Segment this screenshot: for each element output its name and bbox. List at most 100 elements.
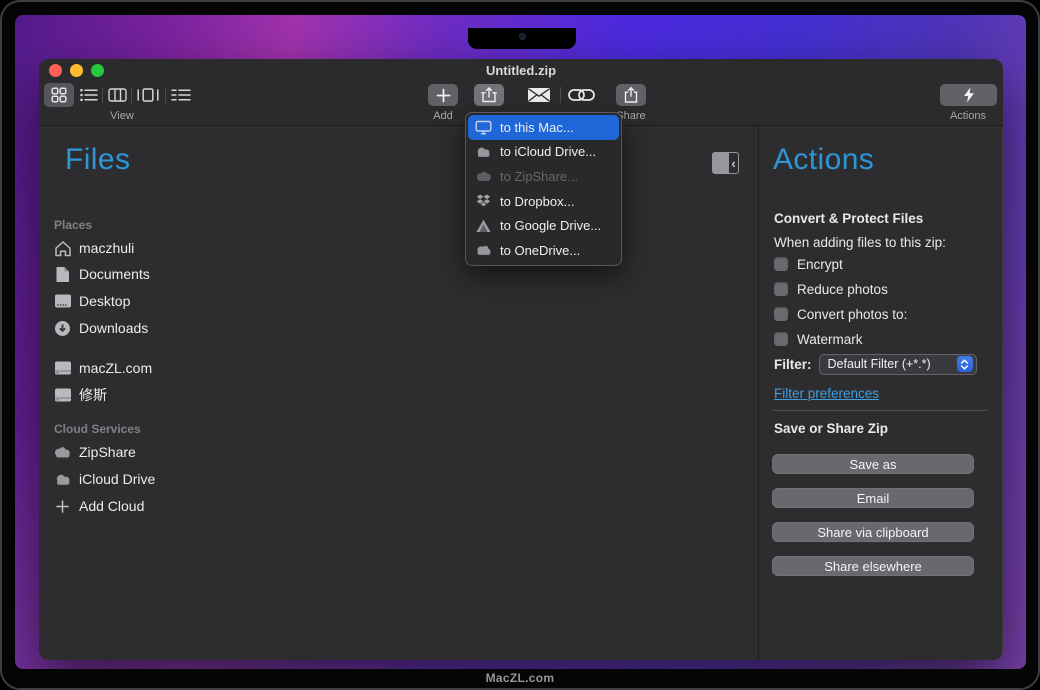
sidebar-item-home[interactable]: maczhuli	[53, 236, 134, 260]
checkbox-label: Convert photos to:	[797, 307, 907, 322]
menu-item-label: to Google Drive...	[500, 218, 601, 233]
menu-item-to-dropbox[interactable]: to Dropbox...	[468, 189, 619, 214]
sidebar-item-volume-maczl[interactable]: macZL.com	[53, 356, 152, 380]
downloads-icon	[53, 320, 72, 337]
drive-icon	[53, 387, 72, 403]
menu-item-label: to OneDrive...	[500, 243, 580, 258]
sidebar-toggle-button[interactable]: ‹	[712, 152, 739, 174]
toolbar-separator	[560, 87, 561, 103]
save-zip-to-button[interactable]	[474, 84, 504, 106]
drive-icon	[53, 360, 72, 376]
menu-item-to-this-mac[interactable]: to this Mac...	[468, 115, 619, 140]
menu-item-label: to this Mac...	[500, 120, 574, 135]
add-group-label: Add	[433, 110, 453, 122]
actions-button[interactable]	[940, 84, 997, 106]
checkbox-label: Watermark	[797, 332, 863, 347]
section-divider	[772, 410, 988, 411]
zipshare-clouds-icon	[53, 445, 72, 459]
select-stepper-icon	[957, 356, 973, 372]
checkbox-row-convert-photos[interactable]: Convert photos to:	[774, 302, 907, 326]
watermark-checkbox[interactable]	[774, 332, 788, 346]
display-icon	[474, 120, 493, 135]
save-share-title: Save or Share Zip	[774, 421, 888, 436]
view-outline-button[interactable]	[168, 84, 194, 106]
menu-item-label: to iCloud Drive...	[500, 144, 596, 159]
convert-protect-subtitle: When adding files to this zip:	[774, 235, 946, 250]
envelope-icon	[527, 87, 551, 103]
menu-item-to-onedrive[interactable]: to OneDrive...	[468, 238, 619, 263]
menu-item-to-icloud-drive[interactable]: to iCloud Drive...	[468, 140, 619, 165]
list-view-icon	[80, 88, 98, 102]
sidebar-item-label: 修斯	[79, 385, 107, 405]
grid-view-icon	[51, 87, 67, 103]
desktop-wallpaper: Untitled.zip	[15, 15, 1026, 669]
cloud-icon	[474, 146, 493, 158]
sidebar-item-volume-xiusi[interactable]: 修斯	[53, 383, 107, 407]
filter-selected-value: Default Filter (+*.*)	[828, 357, 957, 371]
sidebar-item-downloads[interactable]: Downloads	[53, 316, 148, 340]
home-icon	[53, 240, 72, 257]
actions-heading: Actions	[773, 143, 874, 177]
chevron-left-icon: ‹	[729, 153, 738, 173]
menu-item-to-zipshare[interactable]: to ZipShare...	[468, 164, 619, 189]
view-list-button[interactable]	[78, 84, 100, 106]
share-via-clipboard-button[interactable]: Share via clipboard	[772, 522, 974, 542]
google-drive-icon	[474, 219, 493, 233]
cloud-icon	[53, 473, 72, 486]
view-grid-button[interactable]	[44, 83, 74, 107]
reduce-photos-checkbox[interactable]	[774, 282, 788, 296]
share-zip-button[interactable]	[616, 84, 646, 106]
sidebar-item-icloud-drive[interactable]: iCloud Drive	[53, 467, 155, 491]
menu-item-label: to Dropbox...	[500, 194, 574, 209]
sidebar-item-label: Desktop	[79, 293, 130, 309]
encrypt-checkbox[interactable]	[774, 257, 788, 271]
email-zip-button[interactable]	[526, 84, 552, 106]
checkbox-label: Reduce photos	[797, 282, 888, 297]
sidebar-item-zipshare[interactable]: ZipShare	[53, 440, 136, 464]
add-files-button[interactable]	[428, 84, 458, 106]
filter-label: Filter:	[774, 357, 812, 372]
files-heading: Files	[65, 143, 130, 177]
save-as-button[interactable]: Save as	[772, 454, 974, 474]
actions-pane: Actions Convert & Protect Files When add…	[759, 127, 1002, 660]
lightning-bolt-icon	[963, 87, 975, 103]
filter-preferences-link[interactable]: Filter preferences	[774, 386, 879, 401]
actions-group-label: Actions	[950, 110, 986, 122]
sidebar-item-desktop[interactable]: Desktop	[53, 289, 130, 313]
columns-view-icon	[108, 88, 127, 102]
menu-item-label: to ZipShare...	[500, 169, 578, 184]
sidebar-item-label: macZL.com	[79, 360, 152, 376]
sidebar-item-documents[interactable]: Documents	[53, 262, 150, 286]
checkbox-row-encrypt[interactable]: Encrypt	[774, 252, 843, 276]
checkbox-label: Encrypt	[797, 257, 843, 272]
checkbox-row-watermark[interactable]: Watermark	[774, 327, 863, 351]
export-box-icon	[480, 86, 498, 104]
menu-item-to-google-drive[interactable]: to Google Drive...	[468, 213, 619, 238]
convert-photos-checkbox[interactable]	[774, 307, 788, 321]
sidebar-item-label: Documents	[79, 266, 150, 282]
cloud-services-section-label: Cloud Services	[54, 417, 141, 441]
places-section-label: Places	[54, 213, 92, 237]
bezel-brand-text: MacZL.com	[2, 671, 1038, 685]
device-bezel: Untitled.zip	[0, 0, 1040, 690]
email-button[interactable]: Email	[772, 488, 974, 508]
document-icon	[53, 266, 72, 283]
files-pane: Files ‹ Places maczhuli Documents	[39, 127, 759, 660]
toolbar-separator	[102, 87, 103, 103]
display-notch	[468, 28, 576, 49]
filter-select[interactable]: Default Filter (+*.*)	[819, 354, 977, 375]
sidebar-item-add-cloud[interactable]: Add Cloud	[53, 494, 144, 518]
checkbox-row-reduce-photos[interactable]: Reduce photos	[774, 277, 888, 301]
plus-icon	[53, 500, 72, 513]
cloud-icon	[474, 170, 493, 182]
view-columns-button[interactable]	[105, 84, 129, 106]
view-gallery-button[interactable]	[134, 84, 162, 106]
gallery-view-icon	[137, 88, 159, 102]
sidebar-item-label: Downloads	[79, 320, 148, 336]
share-elsewhere-button[interactable]: Share elsewhere	[772, 556, 974, 576]
outline-view-icon	[171, 88, 191, 102]
share-link-button[interactable]	[567, 84, 595, 106]
convert-protect-title: Convert & Protect Files	[774, 211, 923, 226]
toolbar-separator	[131, 87, 132, 103]
onedrive-cloud-icon	[474, 244, 493, 256]
